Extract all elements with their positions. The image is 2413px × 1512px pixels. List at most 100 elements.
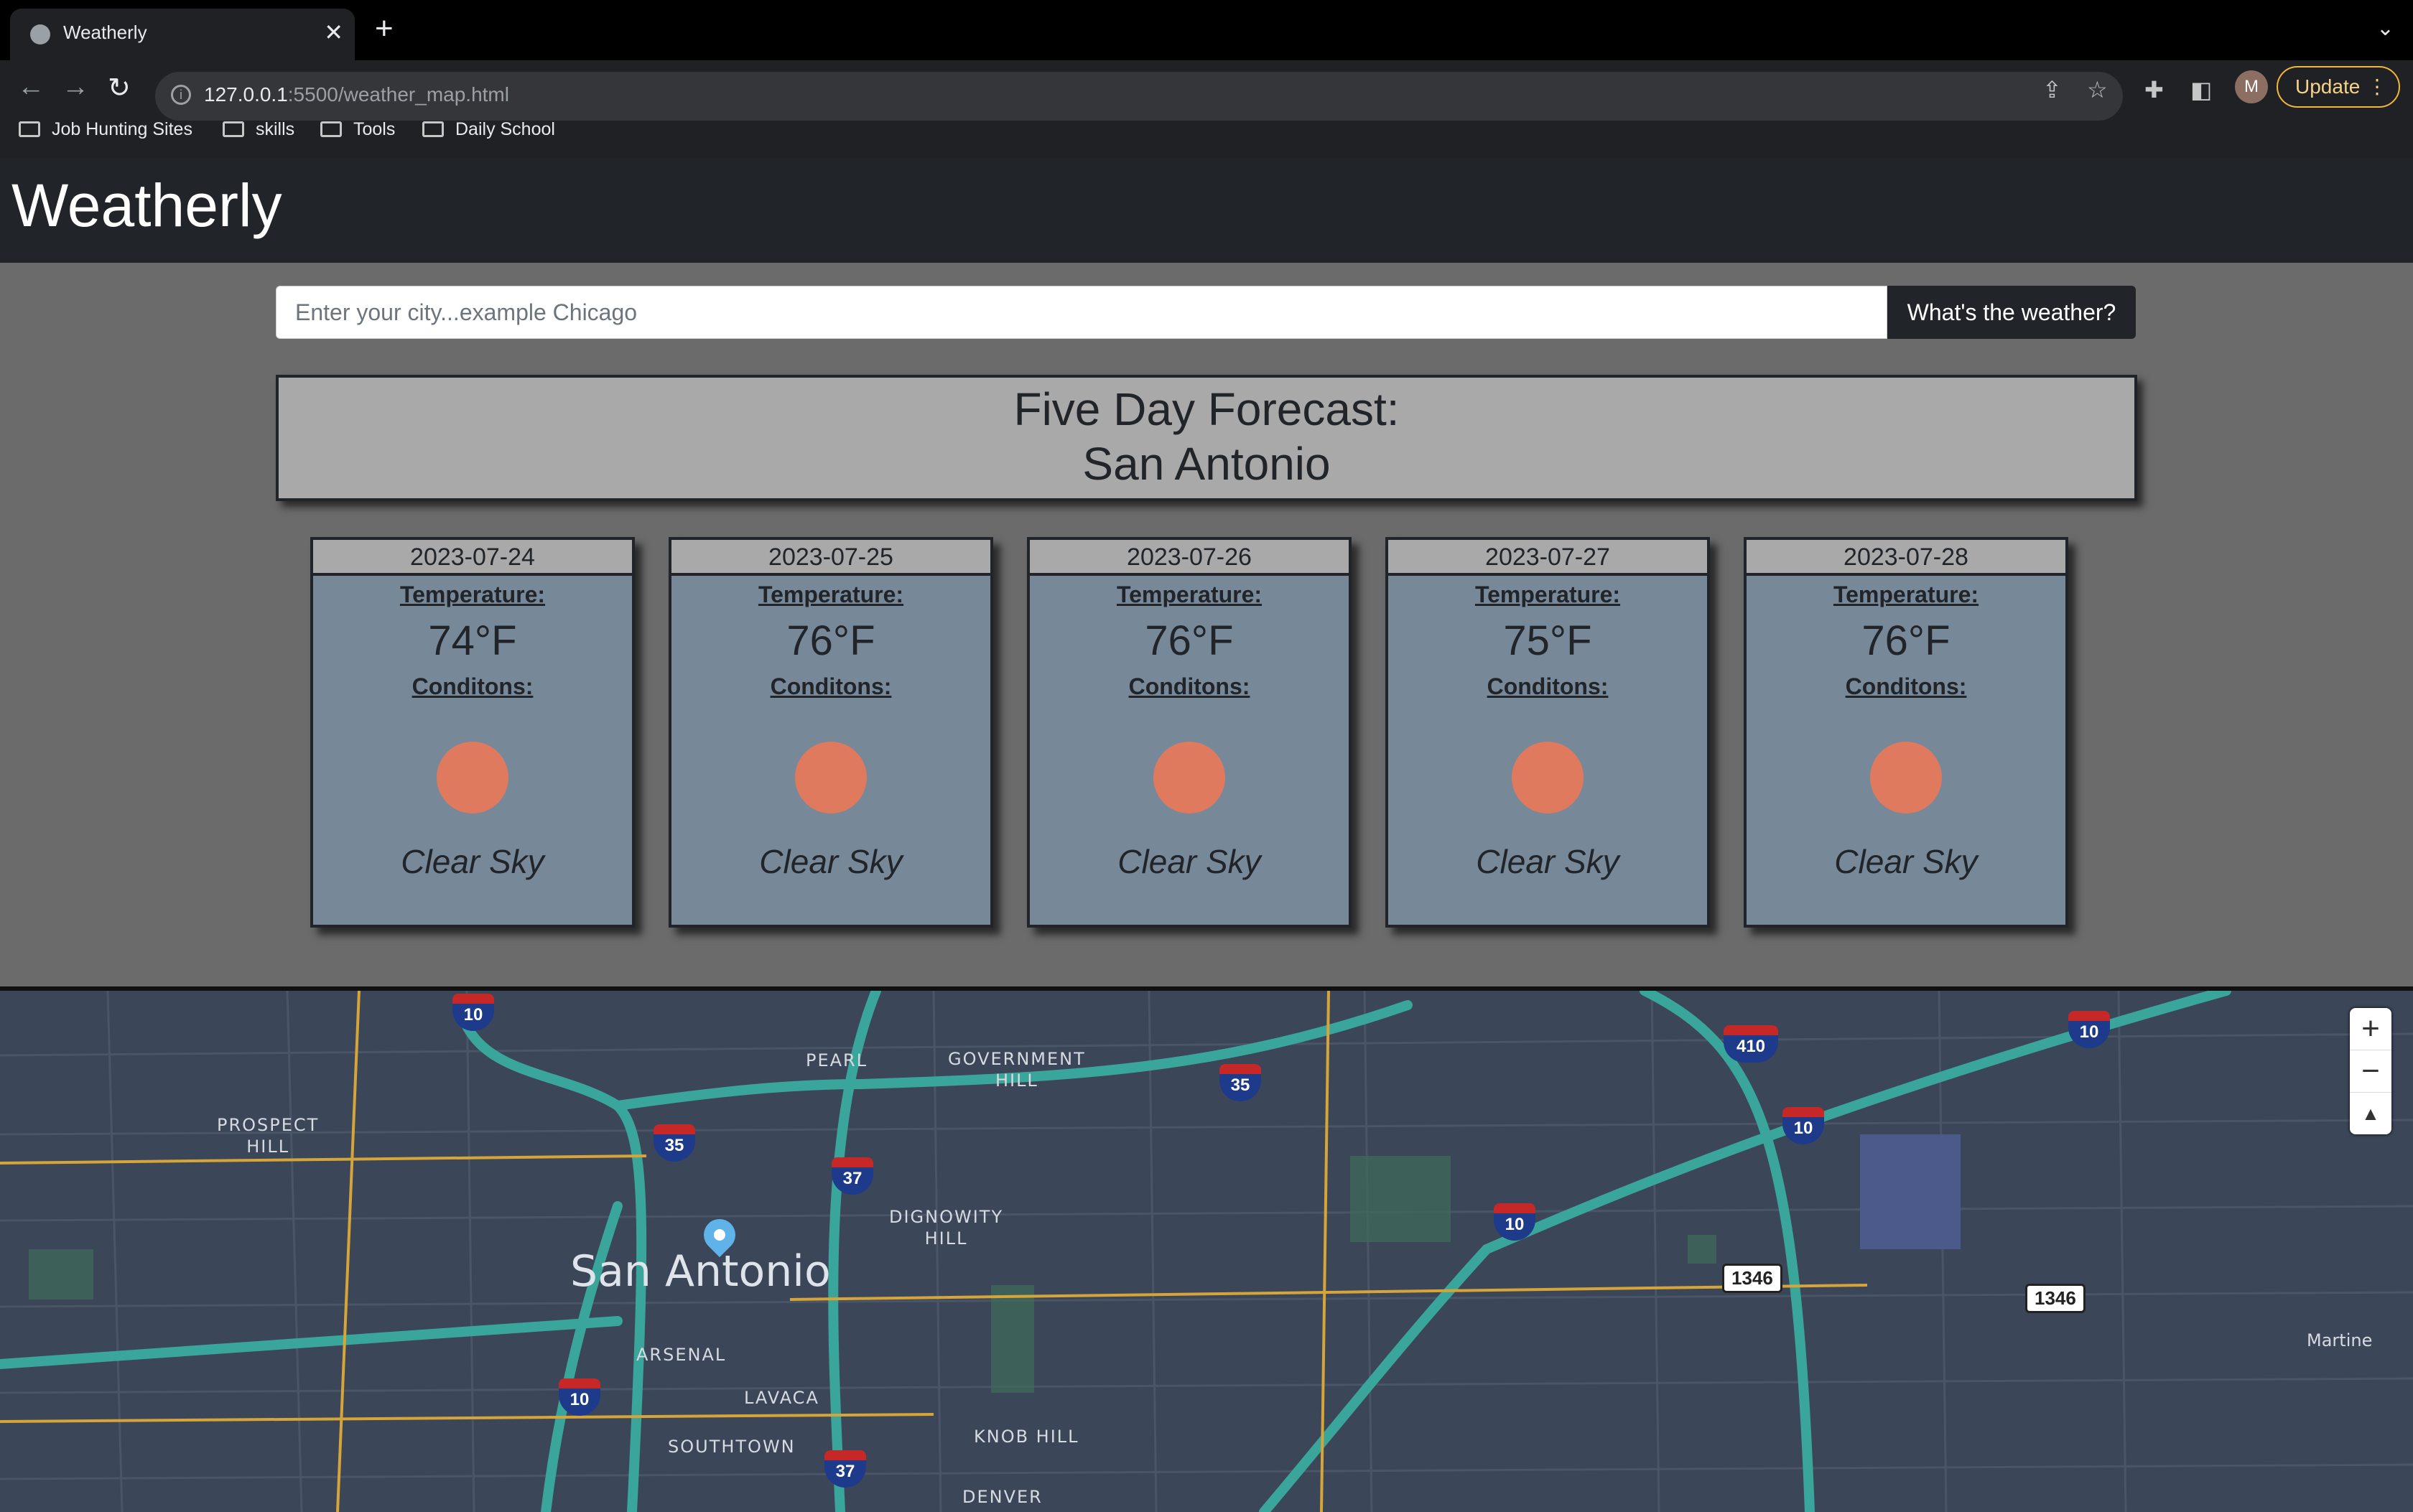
interstate-shield-icon: 37	[824, 1450, 866, 1488]
map-label-lavaca: LAVACA	[744, 1388, 819, 1408]
zoom-in-button[interactable]: +	[2350, 1008, 2391, 1050]
forecast-date: 2023-07-24	[313, 540, 632, 576]
map-roads	[0, 991, 2413, 1512]
conditions-label: Conditons:	[1845, 673, 1967, 699]
condition-text: Clear Sky	[401, 843, 544, 880]
browser-tab[interactable]: Weatherly ✕	[10, 9, 355, 60]
map-label-martine: Martine	[2307, 1330, 2373, 1350]
address-bar[interactable]: i 127.0.0.1:5500/weather_map.html	[155, 72, 2123, 121]
city-search-input[interactable]	[276, 286, 1887, 339]
map-label-pearl: PEARL	[806, 1050, 868, 1070]
temperature-label: Temperature:	[1116, 582, 1263, 607]
clear-sky-sun-icon	[437, 742, 508, 813]
globe-icon	[30, 24, 50, 45]
clear-sky-sun-icon	[1512, 742, 1584, 813]
folder-icon	[19, 121, 40, 137]
forward-arrow-icon[interactable]: →	[62, 72, 89, 103]
app-title: Weatherly	[11, 172, 282, 239]
forecast-card: 2023-07-25 Temperature: 76°F Conditons: …	[669, 537, 993, 928]
bookmark-skills[interactable]: skills	[223, 119, 294, 140]
map-label-denver: DENVER	[962, 1487, 1043, 1507]
interstate-shield-icon: 35	[1219, 1064, 1261, 1101]
interstate-shield-icon: 37	[832, 1157, 873, 1195]
interstate-shield-icon: 35	[654, 1124, 695, 1162]
update-button[interactable]: Update ⋮	[2277, 66, 2400, 108]
map-label-prospect-hill: PROSPECT HILL	[217, 1115, 320, 1157]
temperature-value: 75°F	[1503, 617, 1592, 664]
temperature-value: 74°F	[428, 617, 517, 664]
conditions-label: Conditons:	[412, 673, 534, 699]
forecast-date: 2023-07-28	[1747, 540, 2065, 576]
bookmark-daily-school[interactable]: Daily School	[422, 119, 555, 140]
clear-sky-sun-icon	[795, 742, 867, 813]
forecast-card: 2023-07-24 Temperature: 74°F Conditons: …	[310, 537, 635, 928]
new-tab-button[interactable]: +	[375, 13, 394, 45]
bookmark-tools[interactable]: Tools	[320, 119, 395, 140]
temperature-label: Temperature:	[1833, 582, 1979, 607]
address-url: 127.0.0.1:5500/weather_map.html	[204, 83, 509, 106]
road-sign-1346: 1346	[1722, 1264, 1782, 1293]
temperature-value: 76°F	[786, 617, 875, 664]
compass-reset-icon[interactable]: ▲	[2350, 1093, 2391, 1134]
map-label-knob-hill: KNOB HILL	[974, 1427, 1079, 1447]
conditions-label: Conditons:	[1487, 673, 1609, 699]
forecast-header: Five Day Forecast: San Antonio	[276, 375, 2137, 501]
tab-close-icon[interactable]: ✕	[324, 19, 343, 46]
weather-map[interactable]: PEARL GOVERNMENT HILL PROSPECT HILL DIGNOW…	[0, 986, 2413, 1512]
map-zoom-controls: + − ▲	[2350, 1008, 2391, 1134]
temperature-label: Temperature:	[1474, 582, 1621, 607]
condition-text: Clear Sky	[1117, 843, 1261, 880]
interstate-shield-icon: 10	[559, 1378, 600, 1416]
profile-avatar[interactable]: M	[2235, 70, 2268, 103]
weather-search-button[interactable]: What's the weather?	[1887, 286, 2136, 339]
side-panel-icon[interactable]: ◧	[2190, 76, 2212, 103]
tab-search-chevron-icon[interactable]: ⌄	[2376, 16, 2394, 41]
map-label-government-hill: GOVERNMENT HILL	[948, 1049, 1086, 1091]
clear-sky-sun-icon	[1153, 742, 1225, 813]
interstate-shield-icon: 10	[452, 994, 494, 1031]
back-arrow-icon[interactable]: ←	[17, 72, 45, 103]
forecast-city: San Antonio	[1082, 438, 1331, 490]
conditions-label: Conditons:	[770, 673, 892, 699]
road-sign-1346: 1346	[2025, 1284, 2086, 1313]
map-city-label: San Antonio	[570, 1246, 831, 1297]
temperature-label: Temperature:	[399, 582, 546, 607]
forecast-date: 2023-07-25	[671, 540, 990, 576]
kebab-menu-icon: ⋮	[2367, 75, 2387, 98]
condition-text: Clear Sky	[759, 843, 903, 880]
interstate-shield-icon: 10	[2068, 1011, 2110, 1048]
folder-icon	[223, 121, 244, 137]
map-label-southtown: SOUTHTOWN	[668, 1437, 796, 1457]
condition-text: Clear Sky	[1476, 843, 1619, 880]
interstate-shield-icon: 10	[1782, 1107, 1824, 1144]
condition-text: Clear Sky	[1834, 843, 1978, 880]
forecast-card: 2023-07-26 Temperature: 76°F Conditons: …	[1027, 537, 1352, 928]
clear-sky-sun-icon	[1870, 742, 1942, 813]
share-icon[interactable]: ⇪	[2042, 76, 2062, 103]
folder-icon	[422, 121, 444, 137]
forecast-heading: Five Day Forecast:	[1013, 383, 1400, 435]
reload-icon[interactable]: ↻	[108, 72, 131, 104]
extensions-puzzle-icon[interactable]: ✚	[2144, 76, 2164, 103]
interstate-shield-icon: 10	[1494, 1203, 1535, 1241]
forecast-date: 2023-07-26	[1030, 540, 1349, 576]
app-header: Weatherly	[0, 158, 2413, 263]
bookmark-star-icon[interactable]: ☆	[2087, 76, 2108, 103]
temperature-value: 76°F	[1861, 617, 1951, 664]
forecast-card: 2023-07-28 Temperature: 76°F Conditons: …	[1744, 537, 2068, 928]
temperature-value: 76°F	[1145, 617, 1234, 664]
tab-title: Weatherly	[63, 22, 147, 43]
map-label-arsenal: ARSENAL	[636, 1345, 727, 1365]
interstate-shield-icon: 410	[1724, 1025, 1778, 1063]
map-label-dignowity-hill: DIGNOWITY HILL	[889, 1207, 1004, 1249]
conditions-label: Conditons:	[1128, 673, 1250, 699]
forecast-date: 2023-07-27	[1388, 540, 1707, 576]
browser-tab-strip: Weatherly ✕ + ⌄	[0, 0, 2413, 60]
bookmark-job-hunting-sites[interactable]: Job Hunting Sites	[19, 119, 192, 140]
site-info-icon[interactable]: i	[171, 85, 191, 105]
temperature-label: Temperature:	[758, 582, 904, 607]
folder-icon	[320, 121, 342, 137]
browser-toolbar: ← → ↻ i 127.0.0.1:5500/weather_map.html …	[0, 60, 2413, 171]
zoom-out-button[interactable]: −	[2350, 1050, 2391, 1093]
forecast-card: 2023-07-27 Temperature: 75°F Conditons: …	[1385, 537, 1710, 928]
